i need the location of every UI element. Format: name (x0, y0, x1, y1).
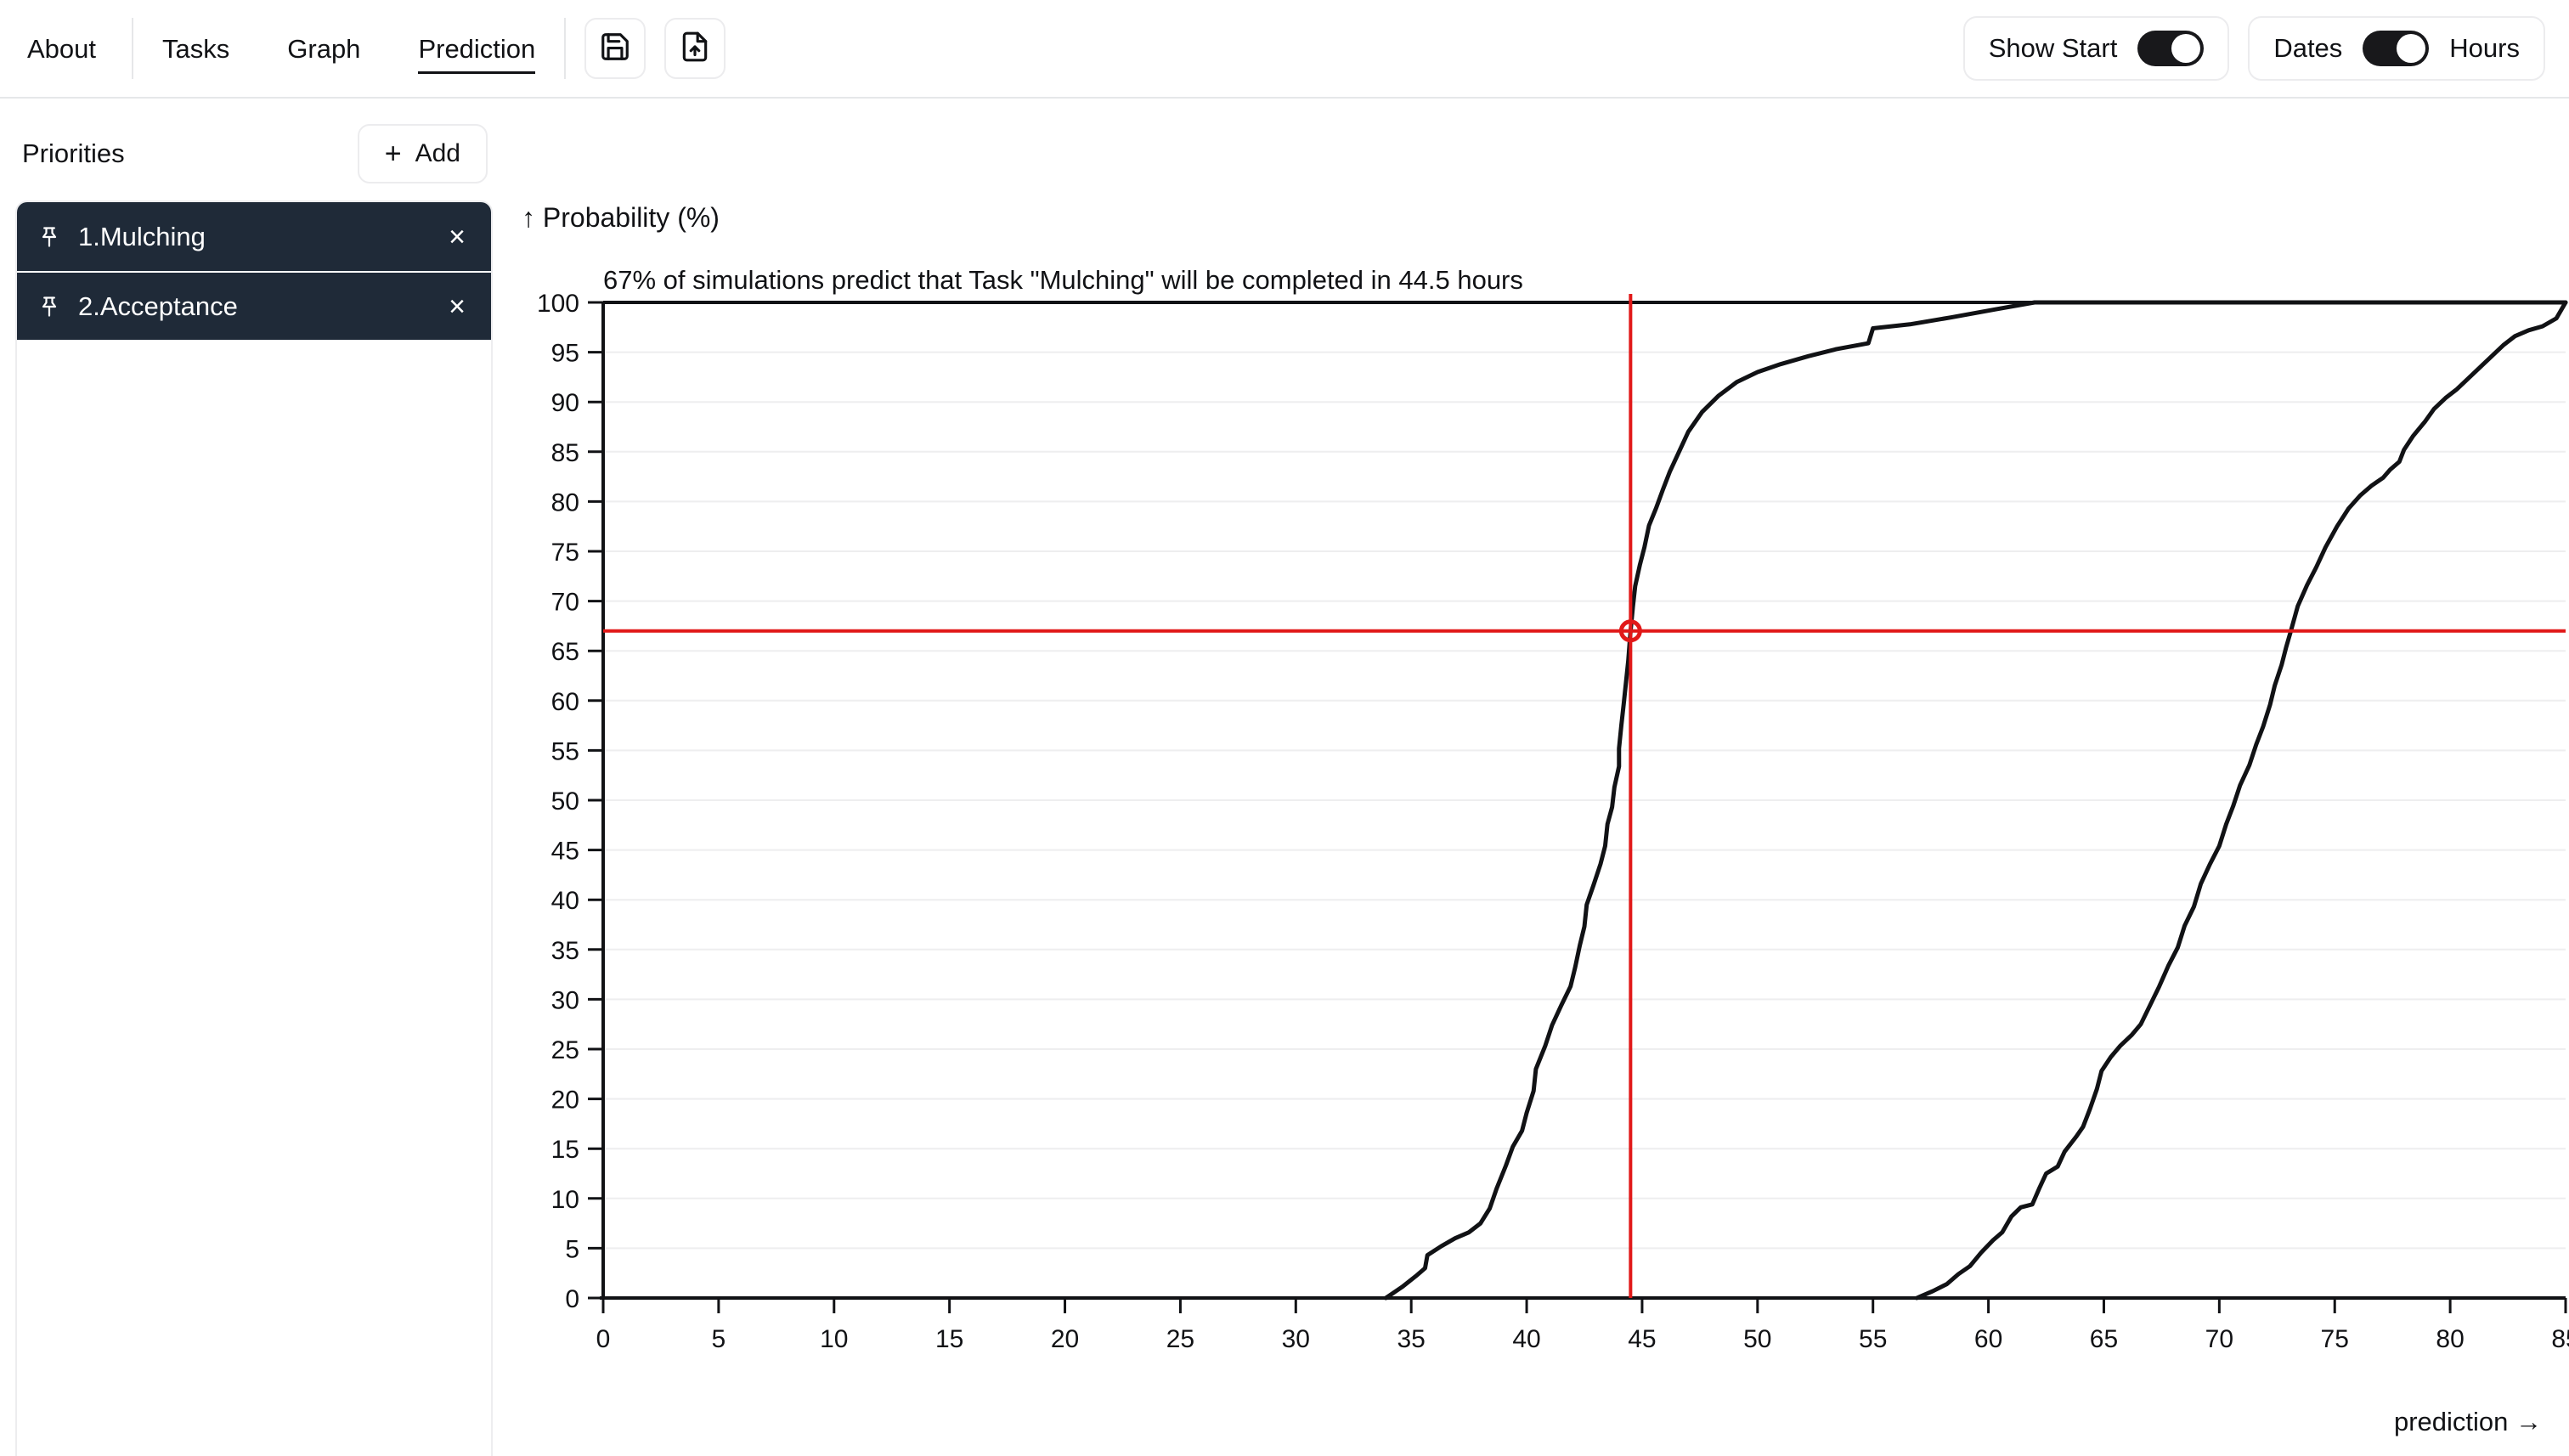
priorities-header: Priorities + Add (15, 119, 493, 185)
priorities-sidebar: Priorities + Add 1.Mulching × 2.Acceptan… (0, 99, 510, 1456)
y-axis-tick-label: 60 (551, 688, 579, 716)
y-axis-tick-label: 75 (551, 539, 579, 567)
show-start-toggle-group: Show Start (1962, 16, 2230, 81)
x-axis-tick-label: 0 (596, 1325, 611, 1353)
y-axis-tick-label: 70 (551, 589, 579, 617)
x-axis-tick-label: 35 (1397, 1325, 1425, 1353)
y-axis-tick-label: 25 (551, 1036, 579, 1064)
y-axis-tick-label: 100 (537, 290, 579, 318)
x-axis-tick-label: 75 (2321, 1325, 2349, 1353)
x-axis-tick-label: 30 (1282, 1325, 1310, 1353)
nav-divider-2 (564, 18, 567, 79)
y-axis-tick-label: 40 (551, 887, 579, 915)
y-axis-tick-label: 45 (551, 838, 579, 866)
nav-tab-graph-label: Graph (287, 33, 361, 64)
nav-tab-prediction[interactable]: Prediction (389, 33, 564, 74)
x-axis-tick-label: 85 (2551, 1325, 2569, 1353)
x-axis-tick-label: 65 (2090, 1325, 2118, 1353)
nav-tab-tasks[interactable]: Tasks (133, 36, 258, 62)
upload-button[interactable] (664, 18, 726, 79)
x-axis-tick-label: 55 (1859, 1325, 1887, 1353)
priority-list-item-1[interactable]: 1.Mulching × (17, 202, 491, 271)
remove-priority-icon[interactable]: × (445, 292, 469, 321)
show-start-label: Show Start (1988, 33, 2118, 63)
nav-tab-graph[interactable]: Graph (258, 36, 389, 62)
nav-tab-about-label: About (27, 33, 97, 64)
priorities-title: Priorities (22, 138, 125, 168)
y-axis-tick-label: 55 (551, 737, 579, 765)
y-axis-tick-label: 85 (551, 439, 579, 467)
main-content: Priorities + Add 1.Mulching × 2.Acceptan… (0, 99, 2569, 1456)
add-priority-label: Add (415, 139, 460, 167)
y-axis-tick-label: 80 (551, 488, 579, 516)
x-axis-tick-label: 60 (1974, 1325, 2002, 1353)
y-axis-tick-label: 50 (551, 787, 579, 815)
x-axis-tick-label: 45 (1628, 1325, 1656, 1353)
y-axis-tick-label: 15 (551, 1136, 579, 1164)
priority-item-label: 1.Mulching (78, 221, 206, 251)
show-start-switch-knob (2171, 34, 2201, 63)
x-axis-tick-label: 70 (2205, 1325, 2233, 1353)
save-button[interactable] (584, 18, 646, 79)
add-priority-button[interactable]: + Add (357, 124, 488, 183)
units-toggle-group: Dates Hours (2248, 16, 2545, 81)
plus-icon: + (384, 138, 402, 170)
hours-label: Hours (2449, 33, 2520, 63)
x-axis-tick-label: 80 (2436, 1325, 2464, 1353)
y-axis-tick-label: 0 (565, 1285, 579, 1313)
y-axis-tick-label: 90 (551, 389, 579, 417)
x-axis-tick-label: 50 (1743, 1325, 1771, 1353)
units-switch-knob (2397, 34, 2426, 63)
y-axis-tick-label: 35 (551, 937, 579, 965)
y-axis-tick-label: 95 (551, 340, 579, 368)
top-navigation-bar: About Tasks Graph Prediction Show Start … (0, 0, 2569, 99)
units-switch[interactable] (2363, 31, 2430, 66)
prediction-chart: ↑ Probability (%) 67% of simulations pre… (510, 99, 2569, 1456)
dates-label: Dates (2273, 33, 2343, 63)
x-axis-tick-label: 10 (820, 1325, 848, 1353)
nav-tab-tasks-label: Tasks (162, 33, 230, 64)
x-axis-tick-label: 40 (1512, 1325, 1540, 1353)
x-axis-tick-label: 5 (712, 1325, 726, 1353)
x-axis-tick-label: 15 (935, 1325, 963, 1353)
file-upload-icon (679, 31, 711, 67)
pin-icon (37, 295, 61, 319)
priorities-list: 1.Mulching × 2.Acceptance × (15, 200, 493, 1456)
priority-item-label: 2.Acceptance (78, 291, 238, 321)
floppy-disk-save-icon (599, 31, 631, 67)
y-axis-tick-label: 20 (551, 1086, 579, 1115)
y-axis-tick-label: 65 (551, 638, 579, 666)
priority-list-item-2[interactable]: 2.Acceptance × (17, 271, 491, 340)
show-start-switch[interactable] (2137, 31, 2205, 66)
nav-items: About Tasks Graph Prediction (0, 0, 726, 97)
x-axis-tick-label: 25 (1166, 1325, 1194, 1353)
y-axis-tick-label: 30 (551, 986, 579, 1014)
y-axis-tick-label: 5 (565, 1235, 579, 1263)
x-axis-tick-label: 20 (1051, 1325, 1079, 1353)
x-axis-title: prediction → (2393, 1407, 2542, 1436)
toolbar-toggles: Show Start Dates Hours (1962, 16, 2545, 81)
nav-tab-about[interactable]: About (0, 36, 132, 62)
pin-icon (37, 225, 61, 249)
chart-plot-svg[interactable]: 0510152025303540455055606570758085909510… (510, 99, 2569, 1456)
y-axis-tick-label: 10 (551, 1186, 579, 1214)
nav-tab-prediction-label: Prediction (418, 33, 536, 64)
remove-priority-icon[interactable]: × (445, 223, 469, 251)
